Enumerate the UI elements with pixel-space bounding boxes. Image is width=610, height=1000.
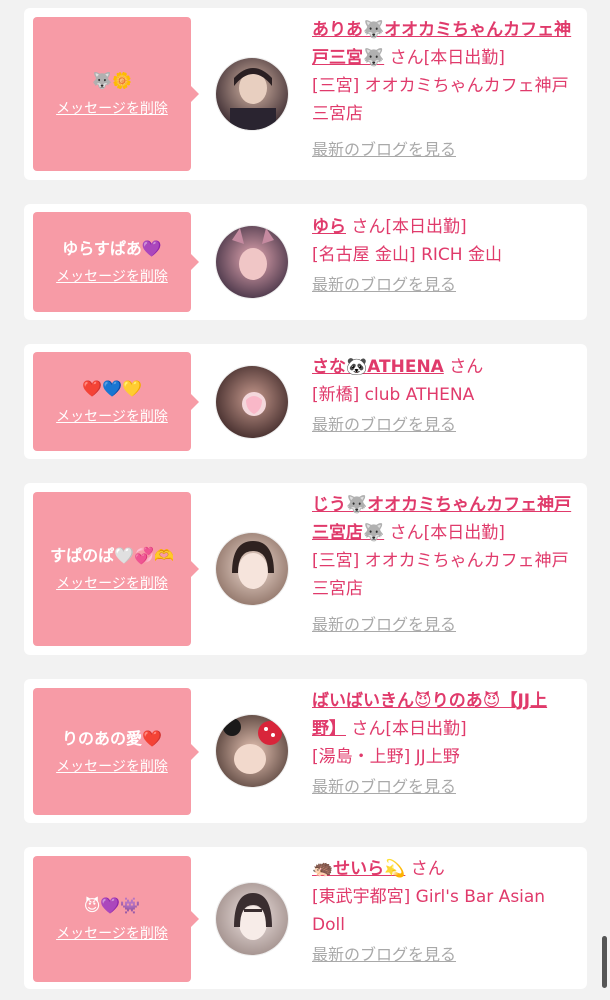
girl-info: じう🐺オオカミちゃんカフェ神戸三宮店🐺 さん[本日出勤] [三宮] オオカミちゃ…	[312, 491, 580, 639]
avatar-image	[216, 715, 288, 787]
avatar[interactable]	[215, 57, 289, 131]
shop-name: [三宮] オオカミちゃんカフェ神戸三宮店	[312, 551, 569, 599]
list-item: 😈💜👾 メッセージを削除 🦔せいら💫 さん [東武宇都宮] Girl's Bar…	[24, 847, 587, 989]
list-item: すぱのぱ🤍💞🫶 メッセージを削除 じう🐺オオカミちゃんカフェ神戸三宮店🐺 さん[…	[24, 483, 587, 655]
girl-info: 🦔せいら💫 さん [東武宇都宮] Girl's Bar Asian Doll 最…	[312, 855, 580, 969]
latest-blog-link[interactable]: 最新のブログを見る	[312, 411, 580, 439]
girl-info: ゆら さん[本日出勤] [名古屋 金山] RICH 金山 最新のブログを見る	[312, 213, 580, 299]
avatar-image	[216, 58, 288, 130]
girl-name-link[interactable]: さな🐼ATHENA	[312, 357, 444, 377]
scrollbar[interactable]	[602, 936, 607, 988]
list-item: ❤️💙💛 メッセージを削除 さな🐼ATHENA さん [新橋] club ATH…	[24, 344, 587, 459]
avatar[interactable]	[215, 882, 289, 956]
message-text: ゆらすぱあ💜	[62, 239, 162, 258]
latest-blog-link[interactable]: 最新のブログを見る	[312, 136, 580, 164]
attendance-badge: [本日出勤]	[385, 719, 467, 739]
shop-name: [三宮] オオカミちゃんカフェ神戸三宮店	[312, 76, 569, 124]
girl-info: ありあ🐺オオカミちゃんカフェ神戸三宮🐺 さん[本日出勤] [三宮] オオカミちゃ…	[312, 16, 580, 164]
avatar[interactable]	[215, 225, 289, 299]
shop-name: [湯島・上野] JJ上野	[312, 747, 460, 767]
delete-message-link[interactable]: メッセージを削除	[56, 925, 168, 943]
attendance-badge: [本日出勤]	[423, 48, 505, 68]
message-text: 😈💜👾	[83, 896, 141, 915]
message-bubble: ❤️💙💛 メッセージを削除	[33, 352, 199, 451]
girl-info: ばいばいきん😈りのあ😈【JJ上野】 さん[本日出勤] [湯島・上野] JJ上野 …	[312, 687, 580, 801]
latest-blog-link[interactable]: 最新のブログを見る	[312, 941, 580, 969]
attendance-badge: [本日出勤]	[385, 217, 467, 237]
shop-name: [東武宇都宮] Girl's Bar Asian Doll	[312, 887, 546, 935]
delete-message-link[interactable]: メッセージを削除	[56, 268, 168, 286]
message-bubble: 🐺🌼 メッセージを削除	[33, 17, 199, 171]
shop-name: [名古屋 金山] RICH 金山	[312, 245, 502, 265]
attendance-badge: [本日出勤]	[423, 523, 505, 543]
san-suffix: さん	[449, 357, 484, 377]
girl-info: さな🐼ATHENA さん [新橋] club ATHENA 最新のブログを見る	[312, 353, 580, 439]
avatar-image	[216, 366, 288, 438]
delete-message-link[interactable]: メッセージを削除	[56, 100, 168, 118]
avatar-image	[216, 226, 288, 298]
avatar-image	[216, 883, 288, 955]
list-item: りのあの愛❤️ メッセージを削除 ばいばいきん😈りのあ😈【JJ上野】 さん[本日…	[24, 679, 587, 823]
delete-message-link[interactable]: メッセージを削除	[56, 575, 168, 593]
latest-blog-link[interactable]: 最新のブログを見る	[312, 773, 580, 801]
avatar-image	[216, 533, 288, 605]
san-suffix: さん	[389, 523, 424, 543]
girl-name-link[interactable]: 🦔せいら💫	[312, 859, 405, 879]
avatar[interactable]	[215, 714, 289, 788]
san-suffix: さん	[351, 719, 386, 739]
list-item: 🐺🌼 メッセージを削除 ありあ🐺オオカミちゃんカフェ神戸三宮🐺 さん[本日出勤]…	[24, 8, 587, 180]
message-text: りのあの愛❤️	[62, 728, 162, 748]
girl-name-link[interactable]: ゆら	[312, 217, 346, 237]
message-list: 🐺🌼 メッセージを削除 ありあ🐺オオカミちゃんカフェ神戸三宮🐺 さん[本日出勤]…	[0, 0, 610, 1000]
latest-blog-link[interactable]: 最新のブログを見る	[312, 271, 580, 299]
message-text: すぱのぱ🤍💞🫶	[50, 546, 174, 565]
message-bubble: すぱのぱ🤍💞🫶 メッセージを削除	[33, 492, 199, 646]
message-text: 🐺🌼	[92, 71, 132, 90]
message-bubble: りのあの愛❤️ メッセージを削除	[33, 688, 199, 815]
delete-message-link[interactable]: メッセージを削除	[56, 408, 168, 426]
message-text: ❤️💙💛	[82, 378, 142, 398]
san-suffix: さん	[351, 217, 386, 237]
message-bubble: 😈💜👾 メッセージを削除	[33, 856, 199, 982]
avatar[interactable]	[215, 532, 289, 606]
delete-message-link[interactable]: メッセージを削除	[56, 758, 168, 776]
latest-blog-link[interactable]: 最新のブログを見る	[312, 611, 580, 639]
san-suffix: さん	[410, 859, 445, 879]
avatar[interactable]	[215, 365, 289, 439]
message-bubble: ゆらすぱあ💜 メッセージを削除	[33, 212, 199, 312]
list-item: ゆらすぱあ💜 メッセージを削除 ゆら さん[本日出勤] [名古屋 金山] RIC…	[24, 204, 587, 320]
san-suffix: さん	[389, 48, 424, 68]
shop-name: [新橋] club ATHENA	[312, 385, 475, 405]
